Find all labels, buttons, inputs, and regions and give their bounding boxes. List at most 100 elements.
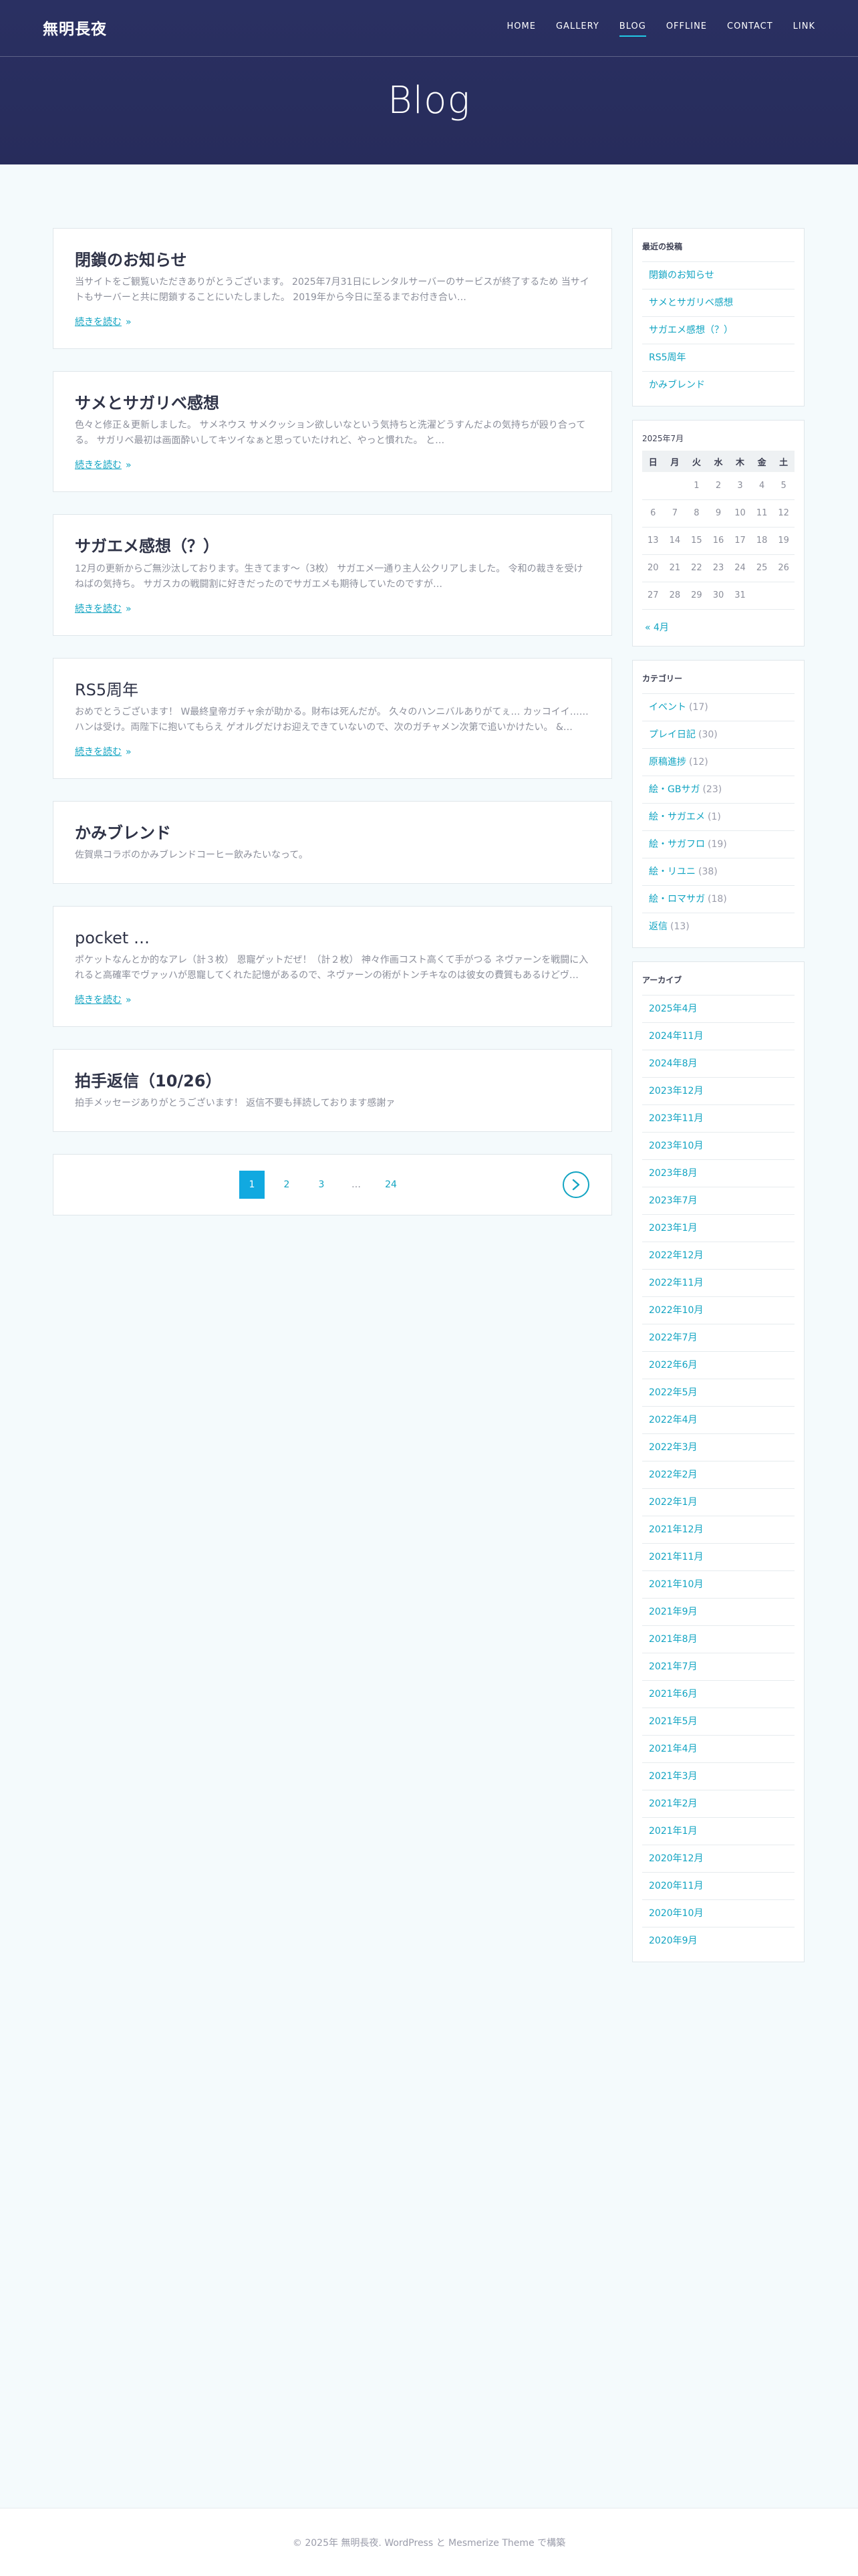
archive-link[interactable]: 2021年6月 <box>649 1689 698 1700</box>
archive-link[interactable]: 2022年7月 <box>649 1332 698 1343</box>
archive-link[interactable]: 2021年10月 <box>649 1579 703 1590</box>
archive-link[interactable]: 2020年12月 <box>649 1853 703 1864</box>
nav-home[interactable]: HOME <box>507 21 536 37</box>
list-item: 2021年9月 <box>642 1599 795 1626</box>
archive-link[interactable]: 2021年1月 <box>649 1826 698 1837</box>
calendar-caption: 2025年7月 <box>642 434 684 443</box>
weekday: 木 <box>729 451 751 472</box>
nav-link[interactable]: LINK <box>793 21 815 37</box>
archive-link[interactable]: 2024年11月 <box>649 1031 703 1042</box>
page-numbers: 1 2 3 … 24 <box>239 1171 404 1199</box>
nav-blog[interactable]: BLOG <box>619 21 646 37</box>
recent-post-link[interactable]: サガエメ感想（？） <box>649 325 733 336</box>
calendar-day: 24 <box>729 554 751 582</box>
category-link[interactable]: 絵・リユニ <box>649 866 696 877</box>
archive-link[interactable]: 2022年4月 <box>649 1415 698 1425</box>
double-chevron-right-icon: » <box>126 317 132 328</box>
post-title[interactable]: RS5周年 <box>75 680 590 701</box>
archive-link[interactable]: 2021年3月 <box>649 1771 698 1782</box>
recent-post-link[interactable]: RS5周年 <box>649 352 686 363</box>
read-more-link[interactable]: 続きを読む » <box>75 993 132 1006</box>
category-link[interactable]: イベント <box>649 702 686 713</box>
archive-link[interactable]: 2020年9月 <box>649 1936 698 1946</box>
list-item: 絵・サガエメ (1) <box>642 804 795 831</box>
next-page-button[interactable] <box>563 1171 589 1199</box>
post-excerpt: ポケットなんとか的なアレ（計３枚） 恩寵ゲットだぜ！（計２枚） 神々作画コスト高… <box>75 955 589 981</box>
post-title[interactable]: pocket … <box>75 928 590 949</box>
recent-post-link[interactable]: サメとサガリベ感想 <box>649 298 733 308</box>
archive-link[interactable]: 2022年6月 <box>649 1360 698 1371</box>
archive-link[interactable]: 2021年4月 <box>649 1744 698 1754</box>
archive-link[interactable]: 2023年8月 <box>649 1168 698 1179</box>
read-more-label: 続きを読む <box>75 746 122 757</box>
post-card: 拍手返信（10/26） 拍手メッセージありがとうございます！ 返信不要も拝読して… <box>53 1049 612 1133</box>
archive-link[interactable]: 2022年10月 <box>649 1305 703 1316</box>
category-count: (12) <box>689 756 708 768</box>
category-link[interactable]: プレイ日記 <box>649 729 696 740</box>
page-2[interactable]: 2 <box>274 1171 299 1199</box>
read-more-label: 続きを読む <box>75 460 122 471</box>
post-card: pocket … ポケットなんとか的なアレ（計３枚） 恩寵ゲットだぜ！（計２枚）… <box>53 905 612 1028</box>
archive-link[interactable]: 2023年1月 <box>649 1223 698 1234</box>
read-more-link[interactable]: 続きを読む » <box>75 745 132 758</box>
list-item: 返信 (13) <box>642 913 795 941</box>
list-item: 2024年8月 <box>642 1050 795 1078</box>
archive-link[interactable]: 2021年8月 <box>649 1634 698 1645</box>
archive-link[interactable]: 2023年12月 <box>649 1086 703 1096</box>
post-title[interactable]: 閉鎖のお知らせ <box>75 250 590 271</box>
category-link[interactable]: 絵・サガフロ <box>649 839 705 850</box>
archive-link[interactable]: 2023年7月 <box>649 1195 698 1206</box>
site-header: 無明長夜 HOME GALLERY BLOG OFFLINE CONTACT L… <box>0 0 858 164</box>
category-link[interactable]: 原稿進捗 <box>649 757 686 768</box>
list-item: 2021年11月 <box>642 1544 795 1571</box>
archive-link[interactable]: 2022年3月 <box>649 1442 698 1453</box>
calendar-day: 31 <box>729 582 751 610</box>
archive-link[interactable]: 2025年4月 <box>649 1004 698 1014</box>
archive-link[interactable]: 2022年2月 <box>649 1470 698 1480</box>
weekday: 金 <box>750 451 773 472</box>
post-title[interactable]: 拍手返信（10/26） <box>75 1071 590 1092</box>
list-item: 2023年12月 <box>642 1078 795 1105</box>
read-more-link[interactable]: 続きを読む » <box>75 602 132 615</box>
recent-post-link[interactable]: 閉鎖のお知らせ <box>649 270 714 281</box>
archive-link[interactable]: 2023年10月 <box>649 1141 703 1151</box>
category-link[interactable]: 絵・GBサガ <box>649 784 700 795</box>
archive-link[interactable]: 2024年8月 <box>649 1058 698 1069</box>
site-brand[interactable]: 無明長夜 <box>43 16 107 39</box>
page-3[interactable]: 3 <box>309 1171 334 1199</box>
archive-link[interactable]: 2022年1月 <box>649 1497 698 1508</box>
archive-link[interactable]: 2022年5月 <box>649 1387 698 1398</box>
archive-link[interactable]: 2021年5月 <box>649 1716 698 1727</box>
archive-link[interactable]: 2021年7月 <box>649 1661 698 1672</box>
calendar-day: 1 <box>686 472 708 500</box>
page-24[interactable]: 24 <box>378 1171 404 1199</box>
archive-link[interactable]: 2023年11月 <box>649 1113 703 1124</box>
recent-post-link[interactable]: かみブレンド <box>649 380 705 390</box>
nav-contact[interactable]: CONTACT <box>727 21 773 37</box>
archive-link[interactable]: 2021年11月 <box>649 1552 703 1562</box>
page-1[interactable]: 1 <box>239 1171 265 1199</box>
archive-link[interactable]: 2022年12月 <box>649 1250 703 1261</box>
calendar-day: 4 <box>750 472 773 500</box>
read-more-link[interactable]: 続きを読む » <box>75 458 132 471</box>
category-link[interactable]: 絵・サガエメ <box>649 812 705 822</box>
archive-link[interactable]: 2021年9月 <box>649 1607 698 1617</box>
post-title[interactable]: かみブレンド <box>75 823 590 844</box>
list-item: RS5周年 <box>642 344 795 372</box>
header-divider <box>0 56 858 57</box>
archive-widget: アーカイブ 2025年4月 2024年11月 2024年8月 2023年12月 2023… <box>632 961 805 1962</box>
category-link[interactable]: 絵・ロマサガ <box>649 894 705 905</box>
archive-link[interactable]: 2020年11月 <box>649 1881 703 1891</box>
category-link[interactable]: 返信 <box>649 921 668 932</box>
archive-link[interactable]: 2022年11月 <box>649 1278 703 1288</box>
post-title[interactable]: サガエメ感想（？） <box>75 536 590 557</box>
archive-link[interactable]: 2021年12月 <box>649 1524 703 1535</box>
post-title[interactable]: サメとサガリベ感想 <box>75 393 590 414</box>
sidebar: 最近の投稿 閉鎖のお知らせ サメとサガリベ感想 サガエメ感想（？） RS5周年 … <box>632 228 805 1976</box>
archive-link[interactable]: 2021年2月 <box>649 1798 698 1809</box>
read-more-link[interactable]: 続きを読む » <box>75 315 132 328</box>
nav-offline[interactable]: OFFLINE <box>666 21 707 37</box>
calendar-prev-month[interactable]: « 4月 <box>642 610 795 639</box>
archive-link[interactable]: 2020年10月 <box>649 1908 703 1919</box>
nav-gallery[interactable]: GALLERY <box>556 21 599 37</box>
